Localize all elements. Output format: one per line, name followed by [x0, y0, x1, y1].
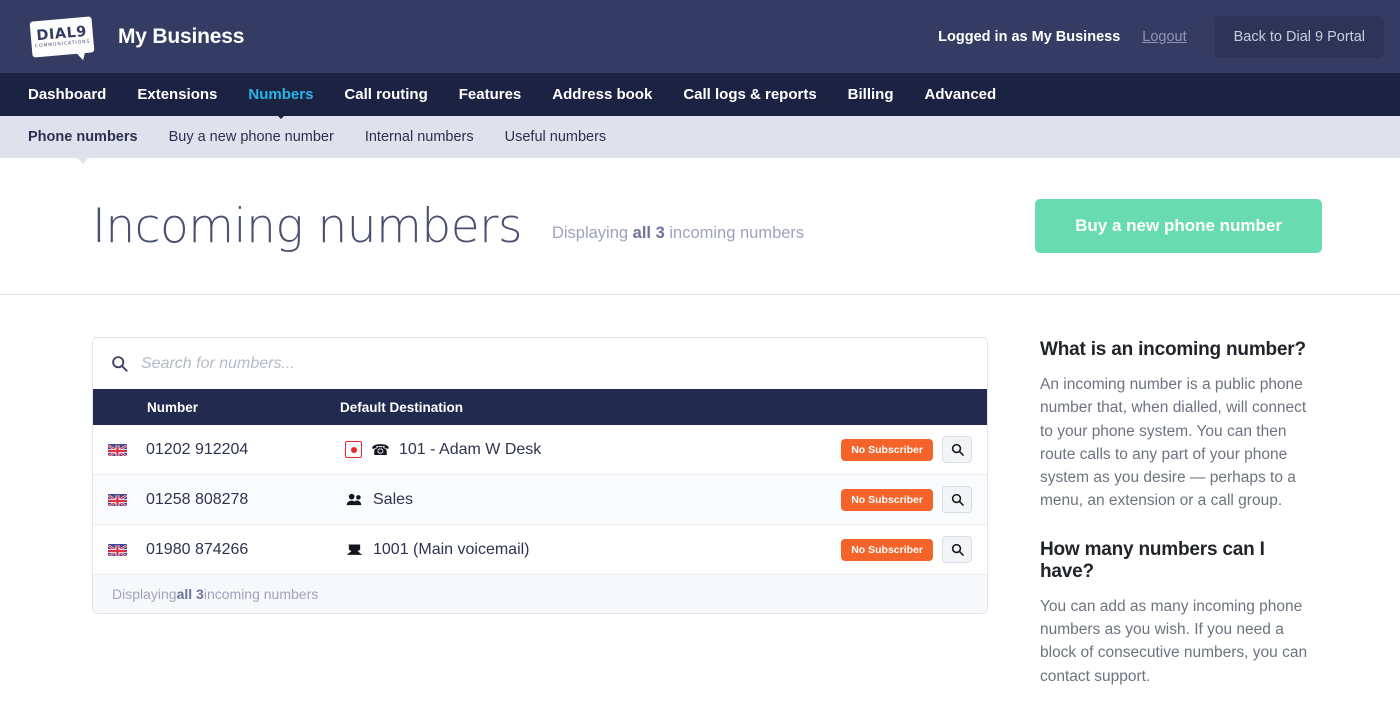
nav-item-features[interactable]: Features	[459, 86, 522, 103]
help-heading-what-is-an-incoming-number: What is an incoming number?	[1040, 339, 1306, 360]
destination-text: 1001 (Main voicemail)	[373, 540, 530, 558]
brand-title: My Business	[118, 24, 245, 48]
destination-text: 101 - Adam W Desk	[399, 440, 542, 458]
row-actions: No Subscriber	[841, 486, 987, 513]
number-text: 01980 874266	[146, 540, 249, 558]
telephone-icon: ☎	[371, 441, 390, 459]
column-header-number: Number	[147, 399, 199, 415]
subnav-item-internal-numbers[interactable]: Internal numbers	[365, 129, 474, 145]
dial9-communications-logo[interactable]: DIAL9 COMMUNICATIONS	[28, 14, 96, 60]
number-text: 01258 808278	[146, 490, 249, 508]
numbers-card: Number Default Destination 0	[92, 337, 988, 614]
nav-item-numbers[interactable]: Numbers	[248, 86, 313, 103]
nav-item-extensions[interactable]: Extensions	[137, 86, 217, 103]
nav-item-billing[interactable]: Billing	[848, 86, 894, 103]
uk-flag-icon	[108, 543, 127, 556]
table-footer: Displaying all 3 incoming numbers	[93, 575, 987, 613]
page-title: Incoming numbers	[92, 198, 522, 254]
cell-number: 01980 874266	[93, 541, 340, 559]
back-to-portal-button[interactable]: Back to Dial 9 Portal	[1214, 15, 1384, 58]
number-text: 01202 912204	[146, 440, 249, 458]
magnifier-icon[interactable]	[942, 436, 972, 463]
page-header: Incoming numbers Displaying all 3 incomi…	[0, 158, 1400, 295]
uk-flag-icon	[108, 493, 127, 506]
footer-suffix: incoming numbers	[203, 586, 319, 602]
page-subtitle-suffix: incoming numbers	[664, 223, 805, 242]
page-body: Number Default Destination 0	[0, 295, 1400, 708]
footer-prefix: Displaying	[112, 586, 177, 602]
logout-link[interactable]: Logout	[1142, 29, 1186, 45]
nav-item-address-book[interactable]: Address book	[552, 86, 652, 103]
nav-item-advanced[interactable]: Advanced	[925, 86, 997, 103]
row-actions: No Subscriber	[841, 436, 987, 463]
group-icon	[345, 493, 364, 506]
cell-number: 01202 912204	[93, 441, 340, 459]
nav-item-call-routing[interactable]: Call routing	[344, 86, 427, 103]
buy-a-new-phone-number-button[interactable]: Buy a new phone number	[1035, 199, 1322, 253]
cell-default-destination: ☎ 101 - Adam W Desk	[340, 441, 841, 459]
status-badge: No Subscriber	[841, 538, 933, 561]
cell-default-destination: 1001 (Main voicemail)	[340, 541, 841, 559]
row-actions: No Subscriber	[841, 536, 987, 563]
page-subtitle-count: all 3	[632, 223, 665, 242]
call-recording-icon	[345, 441, 362, 458]
magnifier-icon[interactable]	[942, 486, 972, 513]
status-badge: No Subscriber	[841, 438, 933, 461]
column-header-default-destination: Default Destination	[340, 399, 464, 415]
nav-item-dashboard[interactable]: Dashboard	[28, 86, 106, 103]
help-heading-how-many-numbers-can-i-have: How many numbers can I have?	[1040, 538, 1265, 582]
help-sidebar: What is an incoming number? An incoming …	[1040, 337, 1322, 708]
search-row	[93, 338, 987, 389]
table-header-row: Number Default Destination	[93, 389, 987, 425]
subnav-item-useful-numbers[interactable]: Useful numbers	[505, 129, 607, 145]
app-header: DIAL9 COMMUNICATIONS My Business Logged …	[0, 0, 1400, 73]
uk-flag-icon	[108, 443, 127, 456]
table-row[interactable]: 01202 912204 ☎ 101 - Adam W Desk No Subs…	[93, 425, 987, 475]
main-navigation: Dashboard Extensions Numbers Call routin…	[0, 73, 1400, 116]
page-subtitle-prefix: Displaying	[551, 223, 633, 242]
subnav-item-phone-numbers[interactable]: Phone numbers	[28, 129, 138, 145]
cell-default-destination: Sales	[340, 491, 841, 509]
magnifier-icon[interactable]	[942, 536, 972, 563]
page-subtitle: Displaying all 3 incoming numbers	[552, 210, 804, 243]
help-body-how-many-numbers-can-i-have: You can add as many incoming phone numbe…	[1040, 597, 1308, 685]
subnav-item-buy-a-new-phone-number[interactable]: Buy a new phone number	[169, 129, 334, 145]
table-row[interactable]: 01258 808278 Sales No Subscriber	[93, 475, 987, 525]
footer-count: all 3	[176, 586, 204, 602]
help-body-what-is-an-incoming-number: An incoming number is a public phone num…	[1040, 376, 1307, 510]
status-badge: No Subscriber	[841, 488, 933, 511]
numbers-table-column: Number Default Destination 0	[92, 337, 988, 708]
nav-item-call-logs-reports[interactable]: Call logs & reports	[683, 86, 816, 103]
sub-navigation: Phone numbers Buy a new phone number Int…	[0, 116, 1400, 158]
table-row[interactable]: 01980 874266 1001 (Main voicemail) No Su…	[93, 525, 987, 575]
voicemail-inbox-icon	[345, 543, 364, 556]
search-icon	[111, 355, 128, 372]
logged-in-label: Logged in as My Business	[938, 28, 1121, 45]
search-input[interactable]	[141, 354, 969, 373]
cell-number: 01258 808278	[93, 491, 340, 509]
header-right-group: Logged in as My Business Logout Back to …	[938, 15, 1384, 58]
destination-text: Sales	[373, 490, 414, 508]
